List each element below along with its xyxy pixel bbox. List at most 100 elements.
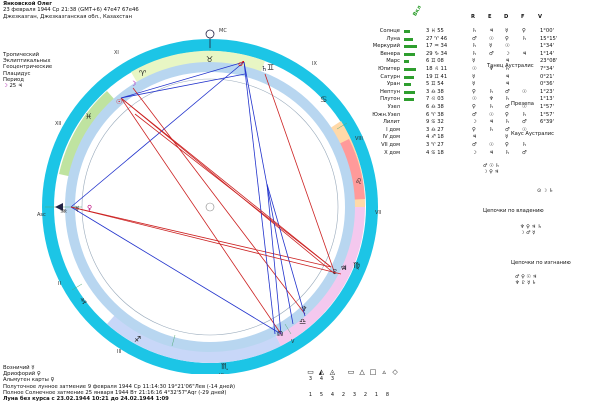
rulership-r: ☽ xyxy=(472,119,477,126)
rulership-r: ☿ xyxy=(472,58,476,65)
table-header-d: D xyxy=(504,14,509,20)
star-note: Каус Аустралис xyxy=(511,131,554,137)
chains-by-exalt-label: Цепочки по изгнанию xyxy=(511,260,571,266)
aspect-pattern-sun: ♂ ☉ ♄ ☽ ♀ ♃ xyxy=(483,163,500,175)
pattern-glyphs: ⊙ ☽ ♄ xyxy=(537,188,554,194)
sagittarius-icon: ♐ xyxy=(134,335,141,344)
house-label-ii: II xyxy=(58,281,61,287)
capricorn-icon: ♑ xyxy=(80,297,87,306)
planet-row: Южн.Узел 6 ♈ 38 ♂ ☉ ♀ ♄ 1°57' xyxy=(352,112,582,120)
planet-position: 6 ♎ 38 xyxy=(426,104,444,110)
rulership-e: ♆ xyxy=(489,96,494,103)
planet-row: X дом 4 ♋ 18 ☽ ♃ ♄ ♂ xyxy=(352,150,582,158)
planet-name: Уран xyxy=(386,81,400,88)
rulership-d: ♂ xyxy=(505,126,510,133)
period-label: Период xyxy=(3,76,24,83)
rulership-d: ♄ xyxy=(505,96,510,103)
planet-position: 5 ♊ 54 xyxy=(426,81,444,88)
table-header-power: Вкл xyxy=(412,4,424,18)
orb-angle: 23°08' xyxy=(540,58,558,65)
planet-name: I дом xyxy=(386,126,400,133)
gemini-icon: ♊ xyxy=(267,63,274,72)
table-header-v: V xyxy=(538,14,543,20)
pattern-count: 5 xyxy=(319,392,324,398)
planet-power-bar xyxy=(404,75,414,79)
planet-row: Солнце 3 ♓ 55 ♄ ♃ ☿ ♀ 1°00' xyxy=(352,28,582,36)
birth-date-line: 23 февраля 1944 Ср 21:38 (GMT+6) 47e47 6… xyxy=(3,7,139,14)
pattern-icon: ▭ xyxy=(307,368,314,376)
rulership-r: ☿ xyxy=(472,73,476,80)
planet-row: Венера 29 ♑ 34 ♄ ♂ ☽ ♃ 1°14' xyxy=(352,51,582,59)
planet-row: Нептун 3 ♎ 38 ♀ ♄ ♂ ☉ 1°23' xyxy=(352,89,582,97)
neptune-icon: ♆ xyxy=(301,305,307,313)
rulership-r: ☽ xyxy=(472,149,477,156)
node-icon: ☊ xyxy=(277,330,283,338)
rulership-f: ♄ xyxy=(522,142,527,148)
house-label-vii: VII xyxy=(375,210,381,216)
planet-position: 6 ♈ 38 xyxy=(426,111,444,118)
planet-row: Юпитер 18 ♌ 11 ☉ ♆ ♄ 7°34' xyxy=(352,66,582,74)
planet-name: IV дом xyxy=(382,134,400,141)
moon-icon: ☽ xyxy=(130,80,136,88)
rulership-d: ♃ xyxy=(505,73,510,80)
planet-power-bar xyxy=(404,30,410,33)
planet-power-bar xyxy=(404,90,415,94)
birth-place: Джезказган, Джезказганская обл., Казахст… xyxy=(3,13,132,20)
rulership-e: ♃ xyxy=(489,149,494,156)
planet-position: 3 ♈ 27 xyxy=(426,142,444,148)
rulership-d: ♀ xyxy=(505,111,509,118)
planet-row: Узел 6 ♎ 38 ♀ ♄ ♂ ☉ 1°57' xyxy=(352,104,582,112)
house-label-ix: IX xyxy=(312,61,317,67)
planet-name: Луна xyxy=(386,35,400,42)
period-value: 25 xyxy=(9,83,17,90)
rulership-d: ☉ xyxy=(505,43,510,50)
planet-name: Плутон xyxy=(380,96,400,103)
house-label-xii: XII xyxy=(55,121,61,127)
mars-icon: ♂ xyxy=(238,60,244,68)
pattern-count: 1 xyxy=(374,392,379,398)
table-header-r: R xyxy=(471,14,475,20)
saturn-icon: ♄ xyxy=(261,65,267,73)
planet-power-bar xyxy=(404,52,415,56)
rulership-f: ♄ xyxy=(522,111,527,118)
pattern-count: 3 xyxy=(352,392,357,398)
rulership-e: ☉ xyxy=(489,142,494,148)
orb-angle: 1°34' xyxy=(540,43,554,50)
pattern-count: 3 xyxy=(308,376,313,382)
planet-row: Плутон 7 ♌ 03 ☉ ♆ ♄ 1°13' xyxy=(352,96,582,104)
sun-icon: ☉ xyxy=(116,98,122,106)
pattern-count: 4 xyxy=(319,376,324,382)
planet-name: Лилит xyxy=(383,119,400,126)
rulership-d: ♂ xyxy=(505,88,510,95)
orb-angle: 1°14' xyxy=(540,50,554,57)
planet-name: Южн.Узел xyxy=(372,111,400,118)
planet-position: 27 ♈ 46 xyxy=(426,35,448,42)
rulership-r: ♄ xyxy=(472,43,477,50)
jupiter-icon: ♃ xyxy=(17,83,23,90)
chains-by-owner-label: Цепочки по владению xyxy=(483,208,544,214)
pattern-glyphs: ♆ ♇ ☿ ♄ xyxy=(515,280,537,286)
planet-position: 4 ♋ 18 xyxy=(426,149,444,156)
planet-position: 3 ♓ 55 xyxy=(426,28,444,34)
star-note: Презепа xyxy=(511,101,534,107)
mc-label: MC xyxy=(219,28,227,34)
rulership-d: ♀ xyxy=(505,142,509,148)
rulership-e: ♄ xyxy=(489,104,494,110)
planet-name: Меркурий xyxy=(372,43,400,50)
orb-angle: 0°36' xyxy=(540,81,554,88)
orb-angle: 1°00' xyxy=(540,28,554,34)
rulership-r: ♀ xyxy=(472,126,476,133)
rulership-d: ☽ xyxy=(505,50,510,57)
planet-power-bar xyxy=(404,60,409,64)
planet-row: VII дом 3 ♈ 27 ♂ ☉ ♀ ♄ xyxy=(352,142,582,150)
pattern-count: 2 xyxy=(363,392,368,398)
planet-position: 19 ♊ 41 xyxy=(426,73,448,80)
planet-name: Венера xyxy=(380,50,400,57)
cancer-icon: ♋ xyxy=(320,95,327,104)
footer-notes: Возничий ☿ Дриофорий ♀ Альмутен карты ♀ … xyxy=(3,365,235,402)
house-label-xi: XI xyxy=(114,50,119,56)
planet-power-bar xyxy=(404,45,417,49)
orb-angle: 1°23' xyxy=(540,88,554,95)
moon-icon: ☽ xyxy=(3,83,8,90)
rulership-d: ☿ xyxy=(505,28,509,34)
